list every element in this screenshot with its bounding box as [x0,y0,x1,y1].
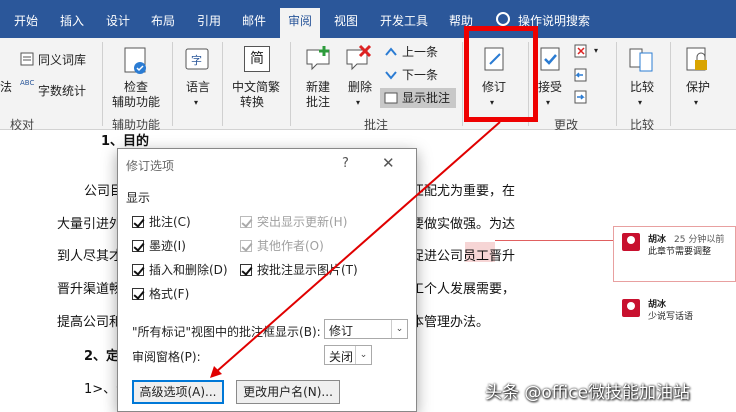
annotation-arrow [210,121,501,378]
watermark: 头条 @office微技能加油站 [485,383,691,403]
